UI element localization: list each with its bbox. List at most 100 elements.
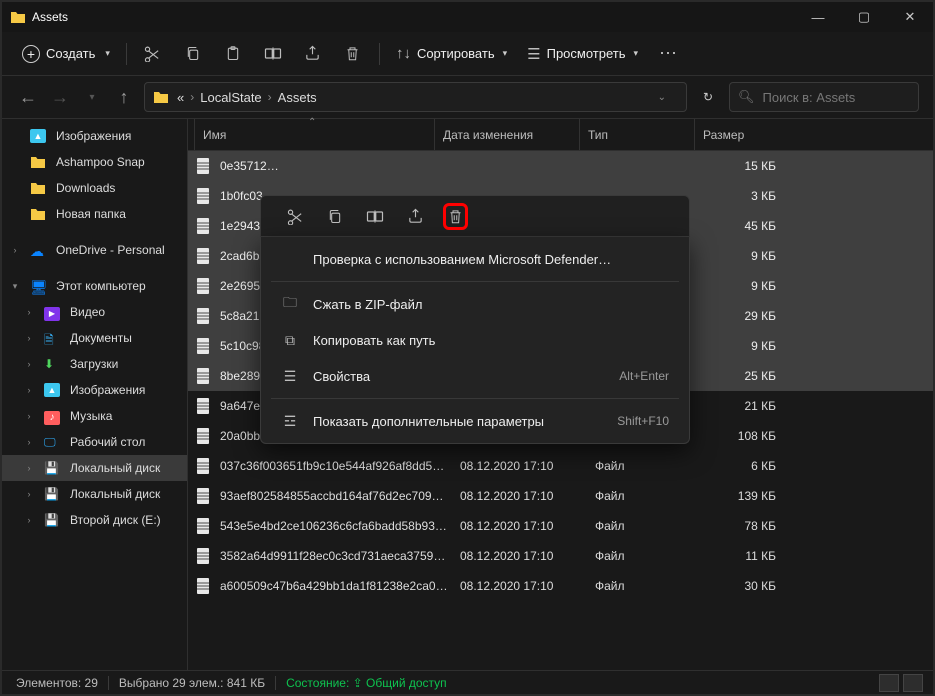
sidebar-item[interactable]: ›🗎Документы — [2, 325, 187, 351]
sidebar-item[interactable]: ▲Изображения — [2, 123, 187, 149]
column-size[interactable]: Размер — [694, 119, 784, 150]
sidebar-item[interactable]: ›🖵Рабочий стол — [2, 429, 187, 455]
sort-icon: ↑↓ — [396, 45, 411, 62]
tiles-view-button[interactable] — [903, 674, 923, 692]
folder-icon — [10, 10, 26, 24]
column-type[interactable]: Тип — [579, 119, 694, 150]
context-menu: Проверка с использованием Microsoft Defe… — [260, 195, 690, 444]
file-icon — [194, 246, 212, 266]
nav-row: ← → ▾ ↑ « › LocalState › Assets ⌄ ↻ 🔍︎ П… — [2, 76, 933, 118]
up-button[interactable]: ↑ — [112, 82, 136, 112]
ctx-show-more[interactable]: ☲ Показать дополнительные параметры Shif… — [261, 403, 689, 439]
ctx-copy-path[interactable]: ⧉ Копировать как путь — [261, 322, 689, 358]
file-icon — [194, 516, 212, 536]
ctx-copy-button[interactable] — [315, 200, 355, 232]
file-icon — [194, 216, 212, 236]
sidebar-item[interactable]: ›▲Изображения — [2, 377, 187, 403]
refresh-button[interactable]: ↻ — [695, 82, 721, 112]
copy-button[interactable] — [173, 37, 213, 71]
ctx-properties[interactable]: ☰ Свойства Alt+Enter — [261, 358, 689, 394]
recent-dropdown[interactable]: ▾ — [80, 82, 104, 112]
status-selected: Выбрано 29 элем.: 841 КБ — [115, 676, 276, 690]
breadcrumb-part[interactable]: Assets — [278, 90, 317, 105]
file-icon — [194, 456, 212, 476]
sidebar-item[interactable]: ›☁OneDrive - Personal — [2, 237, 187, 263]
column-date[interactable]: Дата изменения — [434, 119, 579, 150]
ctx-defender-scan[interactable]: Проверка с использованием Microsoft Defe… — [261, 241, 689, 277]
sidebar-item[interactable]: ›💾Второй диск (Е:) — [2, 507, 187, 533]
more-icon: ☲ — [281, 413, 299, 430]
sidebar-item[interactable]: ›⬇Загрузки — [2, 351, 187, 377]
minimize-button[interactable]: ― — [795, 2, 841, 32]
chevron-right-icon: › — [268, 90, 272, 104]
folder-icon — [153, 90, 169, 104]
sidebar-item[interactable]: ›💾Локальный диск — [2, 455, 187, 481]
search-placeholder: Поиск в: Assets — [763, 90, 856, 105]
more-button[interactable]: ⋯ — [648, 37, 688, 71]
copy-path-icon: ⧉ — [281, 332, 299, 349]
search-icon: 🔍︎ — [738, 89, 755, 105]
context-mini-toolbar — [260, 195, 690, 237]
close-button[interactable]: ✕ — [887, 2, 933, 32]
file-icon — [194, 366, 212, 386]
delete-button[interactable] — [333, 37, 373, 71]
sidebar-item[interactable]: Ashampoo Snap — [2, 149, 187, 175]
sidebar-item[interactable]: Новая папка — [2, 201, 187, 227]
ctx-share-button[interactable] — [395, 200, 435, 232]
ctx-delete-button[interactable] — [435, 200, 475, 232]
share-button[interactable] — [293, 37, 333, 71]
file-icon — [194, 276, 212, 296]
paste-button[interactable] — [213, 37, 253, 71]
chevron-down-icon[interactable]: ⌄ — [658, 92, 666, 103]
sidebar-item[interactable]: ›💾Локальный диск — [2, 481, 187, 507]
sidebar-item[interactable]: ›▶Видео — [2, 299, 187, 325]
view-button[interactable]: ☰ Просмотреть ▾ — [517, 39, 648, 69]
details-view-button[interactable] — [879, 674, 899, 692]
file-row[interactable]: a600509c47b6a429bb1da1f81238e2ca08b…08.1… — [188, 571, 933, 601]
file-icon — [194, 576, 212, 596]
address-bar[interactable]: « › LocalState › Assets ⌄ — [144, 82, 687, 112]
cut-button[interactable] — [133, 37, 173, 71]
status-item-count: Элементов: 29 — [12, 676, 109, 690]
ctx-compress-zip[interactable]: 🗀 Сжать в ZIP-файл — [261, 286, 689, 322]
share-icon: ⇪ — [353, 676, 363, 690]
file-icon — [194, 306, 212, 326]
file-icon — [194, 336, 212, 356]
file-icon — [194, 156, 212, 176]
file-row[interactable]: 037c36f003651fb9c10e544af926af8dd51fa…08… — [188, 451, 933, 481]
chevron-down-icon: ▾ — [105, 48, 110, 59]
column-headers: ⌃ Имя Дата изменения Тип Размер — [188, 119, 933, 151]
file-row[interactable]: 0e35712…15 КБ — [188, 151, 933, 181]
status-state: Состояние: ⇪ Общий доступ — [282, 676, 447, 690]
title-bar: Assets ― ▢ ✕ — [2, 2, 933, 32]
sort-label: Сортировать — [417, 46, 495, 61]
new-button[interactable]: + Создать ▾ — [12, 39, 120, 69]
forward-button[interactable]: → — [48, 82, 72, 112]
sidebar-item[interactable]: Downloads — [2, 175, 187, 201]
ctx-cut-button[interactable] — [275, 200, 315, 232]
sidebar-item[interactable]: ▾🖥Этот компьютер — [2, 273, 187, 299]
file-row[interactable]: 3582a64d9911f28ec0c3cd731aeca3759e4a…08.… — [188, 541, 933, 571]
plus-icon: + — [22, 45, 40, 63]
rename-button[interactable] — [253, 37, 293, 71]
file-row[interactable]: 93aef802584855accbd164af76d2ec709425…08.… — [188, 481, 933, 511]
chevron-down-icon: ▾ — [634, 48, 639, 59]
maximize-button[interactable]: ▢ — [841, 2, 887, 32]
view-icon: ☰ — [527, 45, 540, 63]
toolbar: + Создать ▾ ↑↓ Сортировать ▾ ☰ Просмотре… — [2, 32, 933, 76]
back-button[interactable]: ← — [16, 82, 40, 112]
sidebar: ▲ИзображенияAshampoo SnapDownloadsНовая … — [2, 118, 188, 670]
window-title: Assets — [32, 10, 68, 24]
sort-button[interactable]: ↑↓ Сортировать ▾ — [386, 39, 517, 68]
file-icon — [194, 426, 212, 446]
sort-indicator-icon: ⌃ — [308, 117, 316, 128]
file-row[interactable]: 543e5e4bd2ce106236c6cfa6badd58b93c9…08.1… — [188, 511, 933, 541]
sidebar-item[interactable]: ›♪Музыка — [2, 403, 187, 429]
breadcrumb-part[interactable]: LocalState — [200, 90, 261, 105]
chevron-down-icon: ▾ — [503, 48, 508, 59]
view-label: Просмотреть — [547, 46, 626, 61]
new-label: Создать — [46, 46, 95, 61]
chevron-right-icon: › — [190, 90, 194, 104]
search-box[interactable]: 🔍︎ Поиск в: Assets — [729, 82, 919, 112]
ctx-rename-button[interactable] — [355, 200, 395, 232]
